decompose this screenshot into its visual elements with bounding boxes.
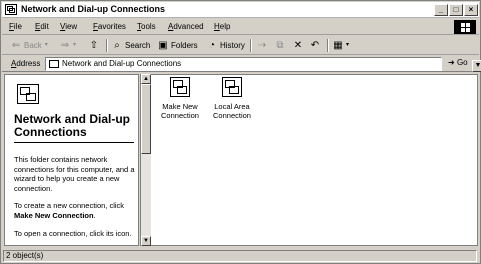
forward-arrow-icon: ⇒ xyxy=(60,39,70,51)
local-area-connection-item[interactable]: Local Area Connection xyxy=(205,77,259,120)
history-label: History xyxy=(220,41,245,50)
up-folder-button[interactable]: ⇧ xyxy=(88,38,102,53)
status-bar: 2 object(s) xyxy=(2,248,479,263)
title-bar[interactable]: Network and Dial-up Connections _ □ × xyxy=(2,2,479,18)
windows-logo-icon xyxy=(454,20,476,34)
menu-help[interactable]: Help xyxy=(214,22,230,31)
views-button[interactable]: ▦ ▾ xyxy=(332,38,349,53)
move-to-button[interactable]: ⇢ xyxy=(256,38,270,53)
toolbar-separator xyxy=(327,39,329,52)
undo-button[interactable]: ↶ xyxy=(309,38,323,53)
address-field[interactable]: Network and Dial-up Connections ▼ xyxy=(45,57,481,72)
history-icon: ◔ xyxy=(208,39,216,51)
menu-edit[interactable]: Edit xyxy=(35,22,49,31)
back-button[interactable]: ⇐ Back ▾ xyxy=(10,38,48,53)
window-title: Network and Dial-up Connections xyxy=(21,4,166,14)
copy-to-button[interactable]: ⧉ xyxy=(274,38,288,53)
info-pane: Network and Dial-up Connections This fol… xyxy=(4,74,139,246)
item-label: Local Area Connection xyxy=(213,102,251,120)
info-create-hint: To create a new connection, click Make N… xyxy=(14,201,138,220)
toolbar-separator xyxy=(106,39,108,52)
scroll-thumb[interactable] xyxy=(141,84,151,154)
wizard-connection-icon xyxy=(170,77,190,97)
info-pane-scrollbar[interactable]: ▲ ▼ xyxy=(140,74,151,246)
create-hint-prefix: To create a new connection, click xyxy=(14,201,125,210)
address-bar: Address Network and Dial-up Connections … xyxy=(2,56,481,72)
search-label: Search xyxy=(125,41,151,50)
menu-favorites[interactable]: Favorites xyxy=(93,22,126,31)
address-value: Network and Dial-up Connections xyxy=(62,59,182,68)
explorer-window: Network and Dial-up Connections _ □ × Fi… xyxy=(0,0,481,264)
back-arrow-icon: ⇐ xyxy=(11,39,21,51)
maximize-button[interactable]: □ xyxy=(449,4,463,16)
views-icon: ▦ xyxy=(333,39,343,51)
delete-button[interactable]: ✕ xyxy=(292,38,306,53)
go-label: Go xyxy=(456,58,468,67)
menu-view[interactable]: View xyxy=(60,22,77,31)
content-pane: Make New Connection Local Area Connectio… xyxy=(151,74,478,246)
create-hint-link: Make New Connection xyxy=(14,210,94,220)
go-arrow-icon: ➜ xyxy=(448,58,455,67)
menu-file[interactable]: File xyxy=(9,22,22,31)
address-dropdown-button[interactable]: ▼ xyxy=(472,60,481,72)
folders-label: Folders xyxy=(171,41,198,50)
menu-advanced[interactable]: Advanced xyxy=(168,22,204,31)
info-pane-divider xyxy=(14,142,134,143)
go-button[interactable]: ➜ Go xyxy=(448,58,468,67)
move-to-icon: ⇢ xyxy=(257,39,267,51)
toolbar: ⇐ Back ▾ ⇒ ▾ ⇧ ⌕ Search ▣ Folders ◔ Hist… xyxy=(2,36,479,55)
network-connections-icon xyxy=(5,4,17,15)
menu-bar: File Edit View Favorites Tools Advanced … xyxy=(2,19,479,35)
menu-tools[interactable]: Tools xyxy=(137,22,156,31)
search-button[interactable]: ⌕ Search xyxy=(111,38,150,53)
scroll-up-button[interactable]: ▲ xyxy=(141,74,151,84)
item-label: Make New Connection xyxy=(161,102,199,120)
up-folder-icon: ⇧ xyxy=(89,39,99,51)
folders-icon: ▣ xyxy=(158,39,168,51)
toolbar-separator xyxy=(250,39,252,52)
info-description: This folder contains network connections… xyxy=(14,155,135,193)
back-label: Back xyxy=(24,41,42,50)
folders-button[interactable]: ▣ Folders xyxy=(157,38,198,53)
copy-to-icon: ⧉ xyxy=(276,39,284,51)
make-new-connection-item[interactable]: Make New Connection xyxy=(153,77,207,120)
undo-icon: ↶ xyxy=(310,39,320,51)
info-pane-title: Network and Dial-up Connections xyxy=(14,112,131,139)
network-folder-icon xyxy=(49,60,59,68)
search-icon: ⌕ xyxy=(114,39,120,51)
history-button[interactable]: ◔ History xyxy=(206,38,245,53)
create-hint-suffix: . xyxy=(93,210,96,220)
info-open-hint: To open a connection, click its icon. xyxy=(14,229,132,238)
delete-icon: ✕ xyxy=(293,39,303,51)
forward-button[interactable]: ⇒ ▾ xyxy=(59,38,76,53)
scroll-down-button[interactable]: ▼ xyxy=(141,236,151,246)
address-label: Address xyxy=(11,59,41,68)
minimize-button[interactable]: _ xyxy=(434,4,448,16)
status-text: 2 object(s) xyxy=(3,250,477,262)
close-button[interactable]: × xyxy=(464,4,478,16)
network-connections-large-icon xyxy=(17,84,39,104)
lan-connection-icon xyxy=(222,77,242,97)
